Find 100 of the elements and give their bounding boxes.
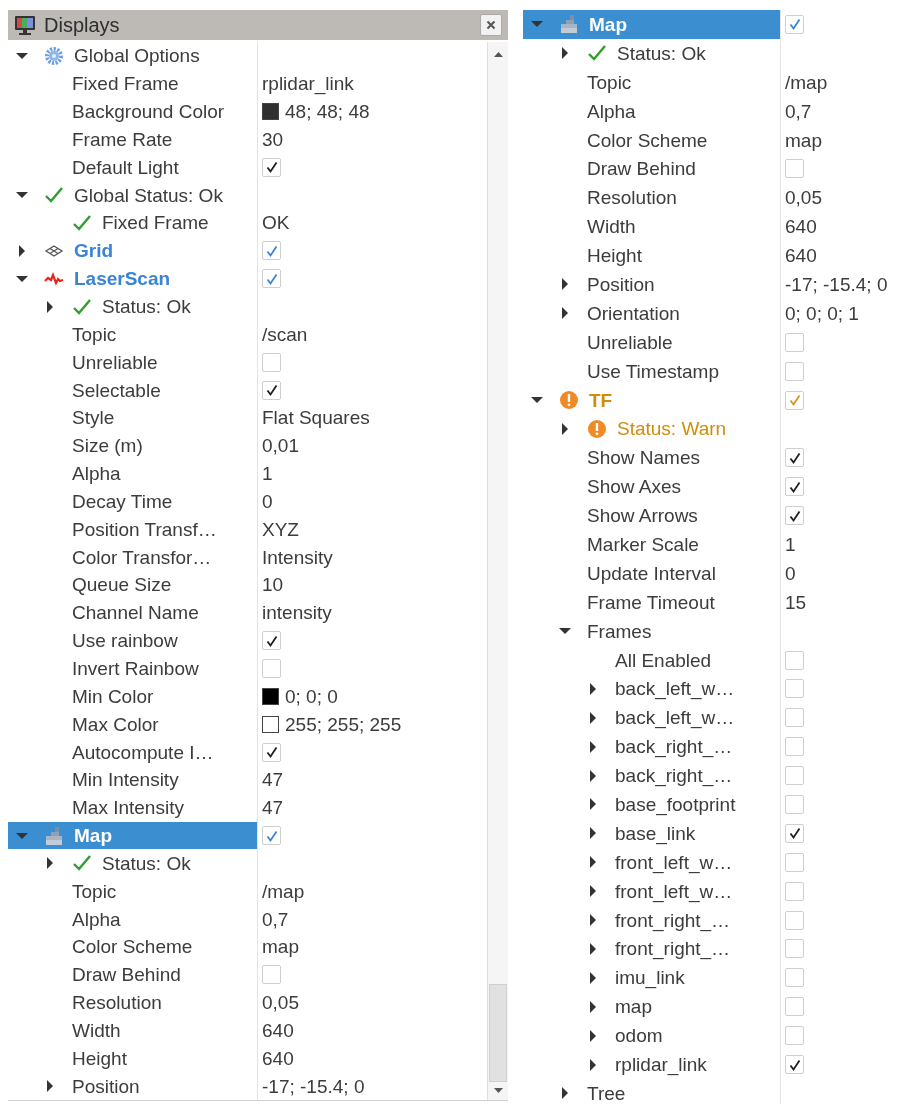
- property-label: front_right_…: [615, 910, 731, 930]
- property-label: Style: [72, 408, 115, 428]
- property-label: Color Scheme: [72, 937, 193, 957]
- checkbox[interactable]: [785, 823, 804, 843]
- property-label: Use rainbow: [72, 631, 178, 651]
- property-label: Height: [587, 246, 642, 266]
- checkbox[interactable]: [785, 506, 804, 526]
- property-value: 0; 0; 0; 1: [785, 303, 859, 323]
- scrollbar-thumb[interactable]: [489, 984, 507, 1083]
- property-label: Selectable: [72, 380, 161, 400]
- checkbox[interactable]: [785, 881, 804, 901]
- checkbox[interactable]: [785, 968, 804, 988]
- tree-row[interactable]: Global Options: [8, 42, 258, 70]
- checkbox[interactable]: [785, 332, 804, 352]
- property-label: Marker Scale: [587, 534, 699, 554]
- property-label: Size (m): [72, 436, 143, 456]
- tree-row[interactable]: TF: [523, 385, 781, 415]
- property-label: Topic: [72, 881, 117, 901]
- property-label: Draw Behind: [587, 159, 696, 179]
- checkbox[interactable]: [262, 241, 281, 261]
- tree-row[interactable]: LaserScan: [8, 264, 258, 293]
- property-value: 1: [262, 464, 273, 484]
- display-name: Global Options: [74, 46, 200, 66]
- display-name: Map: [74, 826, 112, 846]
- checkbox[interactable]: [262, 380, 281, 400]
- checkbox[interactable]: [785, 997, 804, 1017]
- property-label: Use Timestamp: [587, 361, 719, 381]
- property-value: XYZ: [262, 519, 299, 539]
- map-tiles-icon: [559, 14, 579, 35]
- checkbox[interactable]: [785, 910, 804, 930]
- checkbox[interactable]: [785, 361, 804, 381]
- property-label: front_left_w…: [615, 852, 733, 872]
- checkbox[interactable]: [262, 631, 281, 651]
- checkbox[interactable]: [785, 1026, 804, 1046]
- property-label: Alpha: [587, 101, 636, 121]
- property-value: 10: [262, 575, 284, 595]
- checkbox[interactable]: [262, 269, 281, 289]
- checkbox[interactable]: [785, 448, 804, 468]
- checkbox[interactable]: [262, 352, 281, 372]
- property-label: back_right_…: [615, 737, 733, 757]
- property-label: Color Scheme: [587, 130, 708, 150]
- property-label: Width: [587, 217, 636, 237]
- property-label: Unreliable: [72, 352, 158, 372]
- checkbox[interactable]: [785, 766, 804, 786]
- property-label: Status: Ok: [617, 43, 706, 63]
- tree-row[interactable]: Map: [8, 821, 258, 850]
- property-label: Default Light: [72, 157, 179, 177]
- property-label: Update Interval: [587, 563, 716, 583]
- property-value: 47: [262, 770, 284, 790]
- tree-row[interactable]: Map: [523, 10, 781, 39]
- property-value: 0,05: [785, 188, 822, 208]
- property-value: /map: [785, 72, 828, 92]
- close-button[interactable]: [480, 14, 502, 36]
- checkbox[interactable]: [785, 159, 804, 179]
- property-label: Topic: [587, 72, 632, 92]
- checkbox[interactable]: [785, 939, 804, 959]
- checkbox[interactable]: [262, 157, 281, 177]
- property-label: map: [615, 997, 652, 1017]
- property-label: Status: Ok: [102, 297, 191, 316]
- property-label: Position: [587, 274, 655, 294]
- property-value: 640: [785, 246, 817, 266]
- property-value: OK: [262, 213, 290, 233]
- property-value: -17; -15.4; 0: [785, 274, 888, 294]
- property-value: 640: [262, 1020, 294, 1040]
- checkbox[interactable]: [262, 826, 281, 846]
- checkbox[interactable]: [785, 708, 804, 728]
- tree-row[interactable]: Grid: [8, 236, 258, 265]
- checkbox[interactable]: [262, 742, 281, 762]
- property-value: /scan: [262, 324, 308, 344]
- checkbox[interactable]: [785, 14, 804, 34]
- property-label: Frame Timeout: [587, 592, 715, 612]
- property-label: front_right_…: [615, 939, 731, 959]
- map-tiles-icon: [44, 825, 64, 846]
- property-value: 0,05: [262, 993, 299, 1013]
- checkbox[interactable]: [785, 390, 804, 410]
- display-name: Grid: [74, 241, 114, 261]
- checkbox[interactable]: [785, 795, 804, 814]
- checkbox[interactable]: [785, 650, 804, 670]
- checkbox[interactable]: [785, 1055, 804, 1074]
- property-label: Resolution: [587, 188, 677, 208]
- property-value: rplidar_link: [262, 74, 354, 94]
- property-label: base_link: [615, 823, 696, 843]
- property-label: Draw Behind: [72, 965, 181, 985]
- checkbox[interactable]: [262, 965, 281, 985]
- tree-row[interactable]: Global Status: Ok: [8, 181, 258, 210]
- checkbox[interactable]: [785, 679, 804, 699]
- display-name: Map: [589, 14, 627, 34]
- property-value: Flat Squares: [262, 408, 370, 428]
- property-value: 47: [262, 798, 284, 818]
- property-label: Alpha: [72, 909, 121, 929]
- checkbox[interactable]: [785, 852, 804, 872]
- gear-icon: [44, 45, 64, 66]
- property-value: map: [262, 937, 299, 957]
- checkbox[interactable]: [785, 477, 804, 497]
- property-label: Show Names: [587, 448, 700, 468]
- checkbox[interactable]: [785, 737, 804, 757]
- property-value: 0: [262, 491, 273, 511]
- property-value: 640: [262, 1048, 294, 1068]
- checkbox[interactable]: [262, 659, 281, 678]
- property-label: Min Intensity: [72, 770, 179, 790]
